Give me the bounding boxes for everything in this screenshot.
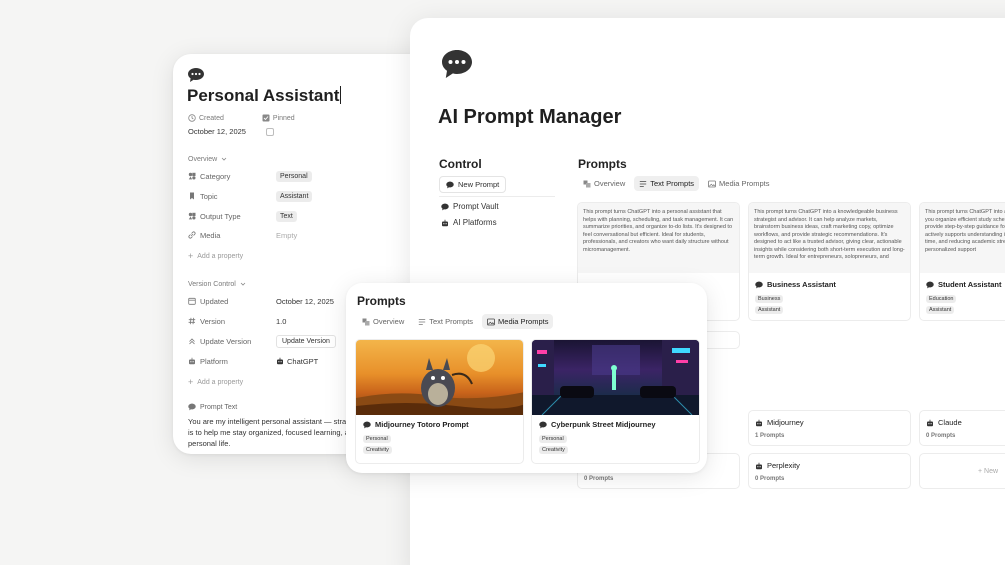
hash-icon xyxy=(188,317,196,325)
new-prompt-button[interactable]: New Prompt xyxy=(439,176,507,193)
version-control-toggle[interactable]: Version Control xyxy=(188,280,247,288)
robot-icon xyxy=(755,462,763,470)
prompt-text-label: Prompt Text xyxy=(188,403,237,411)
text-lines-icon xyxy=(639,180,647,188)
platform-card-midjourney[interactable]: Midjourney 1 Prompts xyxy=(748,410,911,446)
chat-bubble-icon xyxy=(446,181,454,189)
prompts-heading: Prompts xyxy=(578,157,627,171)
created-label: Created xyxy=(188,114,224,122)
platform-card-claude[interactable]: Claude 0 Prompts xyxy=(919,410,1005,446)
robot-icon xyxy=(441,219,449,227)
overview-icon xyxy=(362,318,370,326)
ai-platforms-link[interactable]: AI Platforms xyxy=(441,218,497,227)
tab-overview[interactable]: Overview xyxy=(357,314,409,329)
new-platform-card[interactable]: + New xyxy=(919,453,1005,489)
tab-media-prompts[interactable]: Media Prompts xyxy=(482,314,554,329)
link-icon xyxy=(188,231,196,239)
page-title[interactable]: Personal Assistant xyxy=(187,86,342,106)
prompt-card[interactable]: This prompt turns ChatGPT into a student… xyxy=(919,202,1005,321)
robot-icon xyxy=(276,357,284,365)
new-button[interactable]: + New xyxy=(978,468,998,475)
bookmark-icon xyxy=(188,192,196,200)
cyberpunk-image xyxy=(532,340,699,415)
tag: Education xyxy=(926,295,957,303)
chat-bubble-icon xyxy=(188,68,204,82)
tag: Personal xyxy=(539,435,567,443)
chat-bubble-icon xyxy=(442,50,472,78)
arrow-up-icon xyxy=(188,337,196,345)
divider xyxy=(439,196,555,197)
clock-icon xyxy=(188,114,196,122)
prompts-heading: Prompts xyxy=(357,294,406,308)
media-card-cyberpunk[interactable]: Cyberpunk Street Midjourney Personal Cre… xyxy=(531,339,700,464)
tag: Personal xyxy=(363,435,391,443)
checkbox-icon xyxy=(262,114,270,122)
update-version-button[interactable]: Update Version xyxy=(276,334,336,348)
chat-bubble-icon xyxy=(188,403,196,411)
page-title: AI Prompt Manager xyxy=(438,106,622,128)
image-icon xyxy=(708,180,716,188)
totoro-image xyxy=(356,340,523,415)
prompts-tabs: Overview Text Prompts Media Prompts xyxy=(578,176,774,191)
platform-card-perplexity[interactable]: Perplexity 0 Prompts xyxy=(748,453,911,489)
tag: Assistant xyxy=(926,306,955,314)
robot-icon xyxy=(926,419,934,427)
media-card-totoro[interactable]: Midjourney Totoro Prompt Personal Creati… xyxy=(355,339,524,464)
prompt-card[interactable]: This prompt turns ChatGPT into a knowled… xyxy=(748,202,911,321)
chevron-down-icon xyxy=(220,155,228,163)
card-title: Business Assistant xyxy=(755,280,836,289)
card-title: Cyberpunk Street Midjourney xyxy=(539,420,656,429)
chat-bubble-icon xyxy=(539,421,547,429)
overlay-tabs: Overview Text Prompts Media Prompts xyxy=(357,314,554,329)
text-lines-icon xyxy=(418,318,426,326)
tag: Creativity xyxy=(363,446,392,454)
tag: Assistant xyxy=(755,306,784,314)
prompt-vault-link[interactable]: Prompt Vault xyxy=(441,202,499,211)
chat-bubble-icon xyxy=(926,281,934,289)
chat-bubble-icon xyxy=(755,281,763,289)
card-preview: This prompt turns ChatGPT into a persona… xyxy=(578,203,739,273)
output-icon xyxy=(188,212,196,220)
pinned-checkbox[interactable] xyxy=(265,127,274,136)
media-prompts-overlay: Prompts Overview Text Prompts Media Prom… xyxy=(346,283,707,473)
created-value: October 12, 2025 xyxy=(188,127,246,136)
card-title: Midjourney Totoro Prompt xyxy=(363,420,469,429)
tab-overview[interactable]: Overview xyxy=(578,176,630,191)
chat-bubble-icon xyxy=(441,203,449,211)
tab-media-prompts[interactable]: Media Prompts xyxy=(703,176,774,191)
category-icon xyxy=(188,172,196,180)
card-preview: This prompt turns ChatGPT into a knowled… xyxy=(749,203,910,273)
tab-text-prompts[interactable]: Text Prompts xyxy=(634,176,700,191)
chevron-down-icon xyxy=(239,280,247,288)
robot-icon xyxy=(188,357,196,365)
image-icon xyxy=(487,318,495,326)
chat-bubble-icon xyxy=(363,421,371,429)
pinned-label: Pinned xyxy=(262,114,295,122)
calendar-icon xyxy=(188,297,196,305)
card-preview: This prompt turns ChatGPT into a student… xyxy=(920,203,1005,273)
overview-icon xyxy=(583,180,591,188)
tag: Creativity xyxy=(539,446,568,454)
tab-text-prompts[interactable]: Text Prompts xyxy=(413,314,478,329)
add-property-button[interactable]: + Add a property xyxy=(188,377,243,387)
add-property-button[interactable]: + Add a property xyxy=(188,251,243,261)
control-heading: Control xyxy=(439,157,482,171)
robot-icon xyxy=(755,419,763,427)
overview-toggle[interactable]: Overview xyxy=(188,155,228,163)
tag: Business xyxy=(755,295,784,303)
card-title: Student Assistant xyxy=(926,280,1001,289)
